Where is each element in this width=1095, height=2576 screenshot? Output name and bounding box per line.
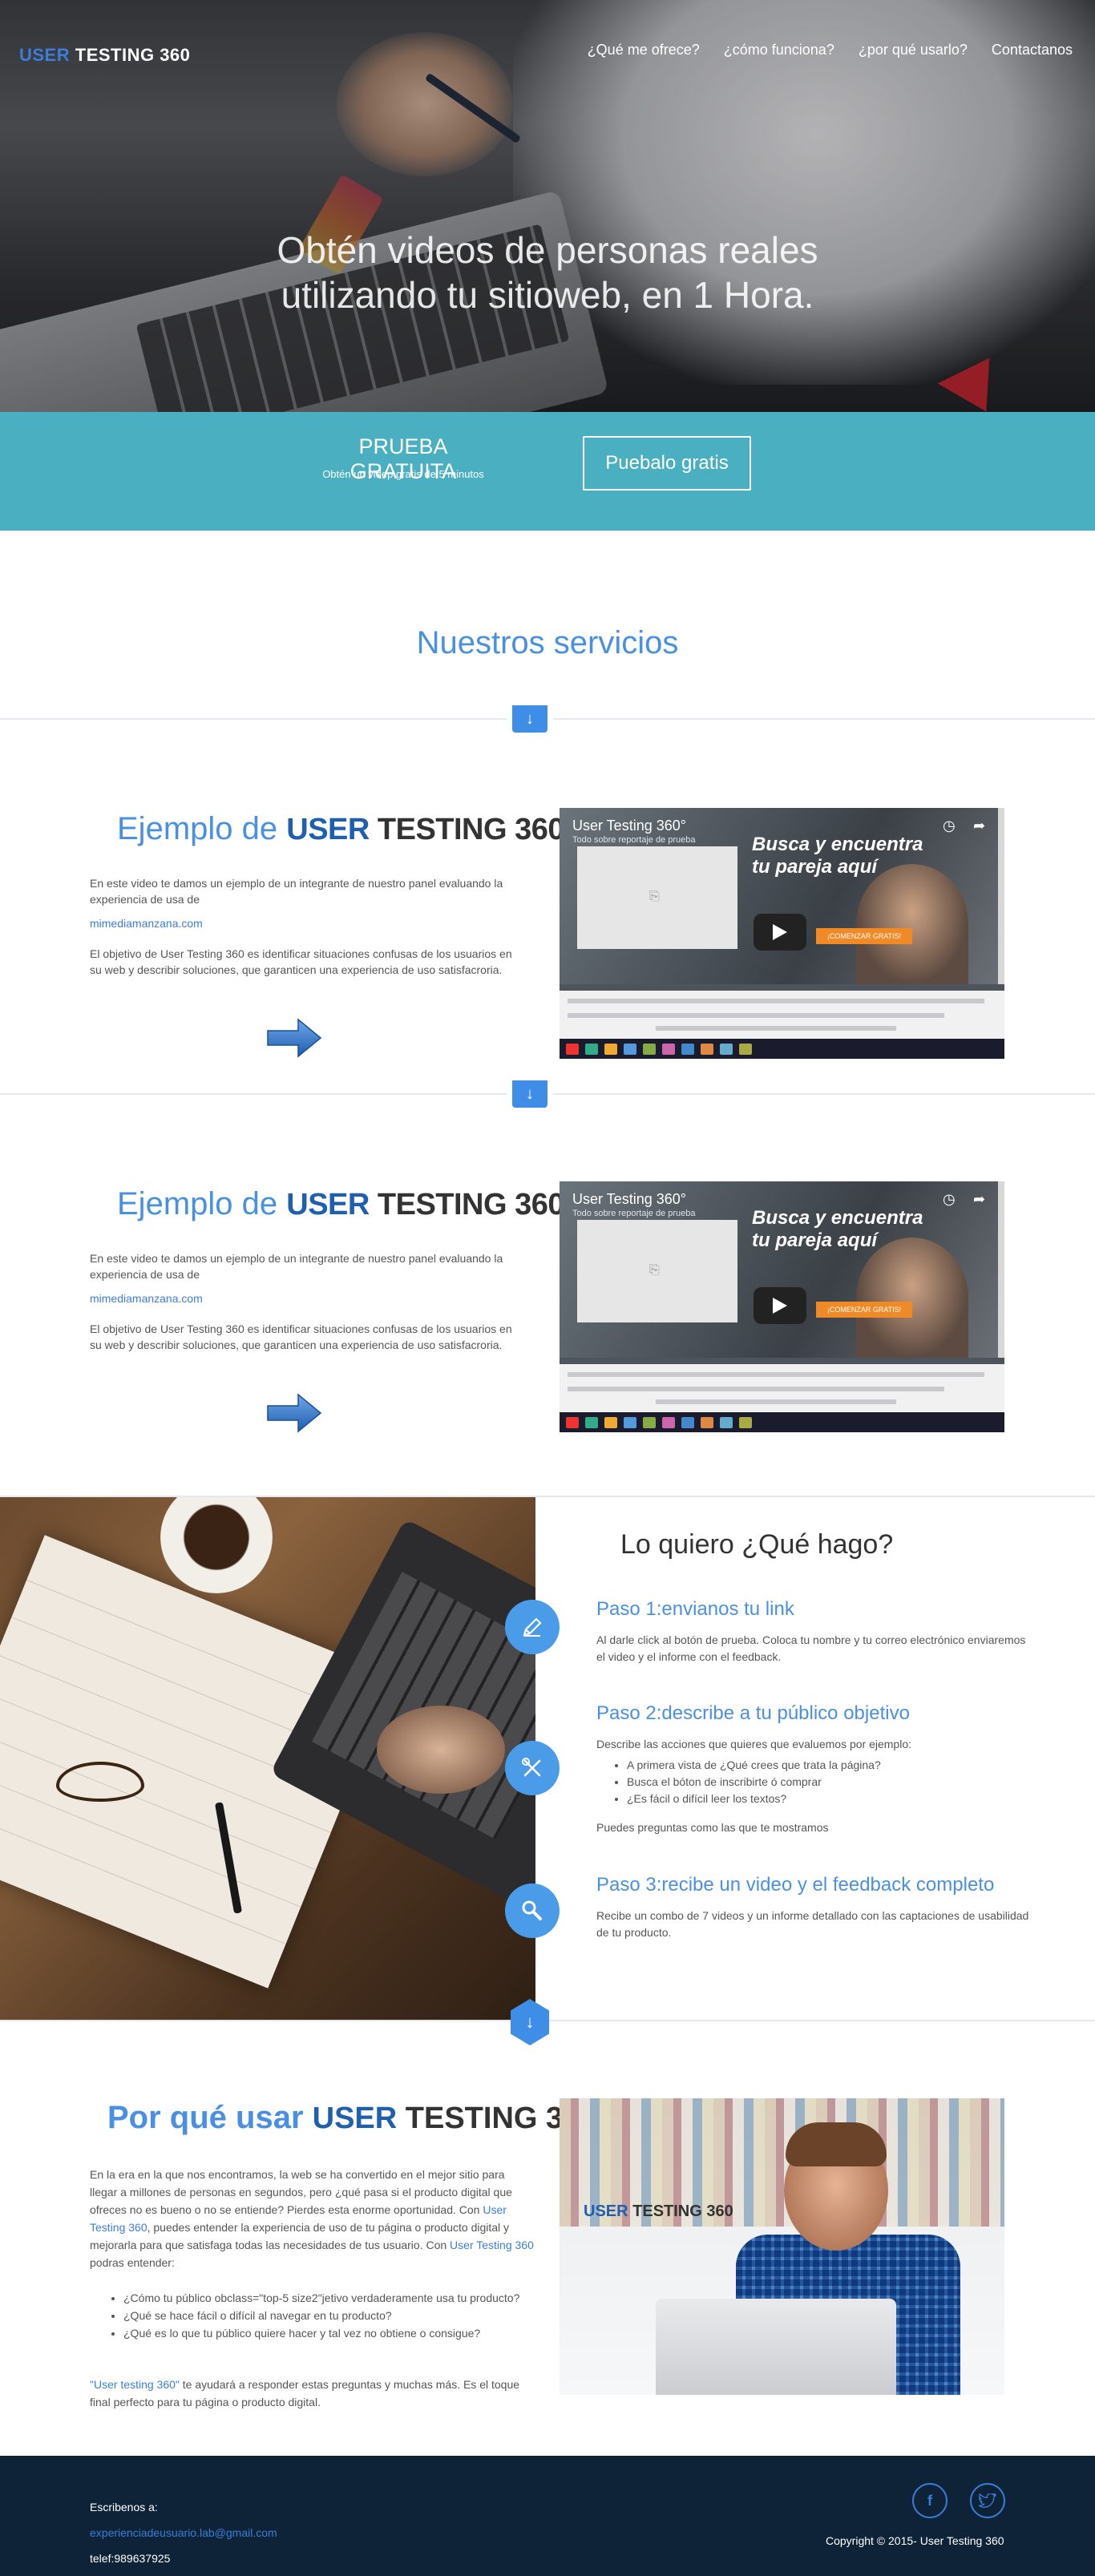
main-nav: ¿Qué me ofrece? ¿cómo funciona? ¿por qué… xyxy=(588,42,1073,59)
trial-subtitle: Obtén un videp gratis de 5 minutos xyxy=(322,468,484,480)
facebook-icon[interactable]: f xyxy=(912,2483,948,2518)
video-title: User Testing 360° xyxy=(572,1191,686,1207)
video-headline: Busca y encuentra tu pareja aquí xyxy=(752,1207,923,1251)
why-conclusion: "User testing 360" te ayudará a responde… xyxy=(90,2378,520,2408)
try-free-button[interactable]: Puebalo gratis xyxy=(583,436,751,491)
list-item: ¿Qué se hace fácil o difícil al navegar … xyxy=(123,2307,540,2324)
search-icon xyxy=(505,1884,560,1938)
arrow-right-icon xyxy=(267,1393,322,1433)
services-title: Nuestros servicios xyxy=(416,625,679,660)
clock-icon[interactable]: ◷ xyxy=(943,818,956,834)
video-player[interactable]: ⎘ User Testing 360° Todo sobre reportaje… xyxy=(560,808,1004,1059)
why-list: ¿Cómo tu público obclass="top-5 size2"je… xyxy=(123,2289,540,2342)
scroll-down-badge[interactable]: ↓ xyxy=(507,705,553,747)
broken-image-icon: ⎘ xyxy=(649,890,660,903)
share-icon[interactable]: ➦ xyxy=(973,818,985,834)
step2-intro: Describe las acciones que quieres que ev… xyxy=(596,1738,911,1750)
broken-image-icon: ⎘ xyxy=(649,1263,660,1277)
why-paragraph: En la era en la que nos encontramos, la … xyxy=(90,2168,534,2269)
happy-user-photo: USER TESTING 360 xyxy=(560,2098,1004,2395)
copyright: Copyright © 2015- User Testing 360 xyxy=(826,2534,1004,2547)
arrow-right-icon xyxy=(267,1018,322,1058)
hero-section: USER TESTING 360 ¿Qué me ofrece? ¿cómo f… xyxy=(0,0,1095,412)
example-text: En este video te damos un ejemplo de un … xyxy=(90,1252,503,1281)
step2-title: Paso 2:describe a tu público objetivo xyxy=(596,1702,910,1724)
hero-headline: Obtén videos de personas reales utilizand… xyxy=(277,229,818,316)
example-title: Ejemplo de USER TESTING 360 xyxy=(117,1186,565,1221)
nav-item-contact[interactable]: Contactanos xyxy=(992,42,1073,59)
list-item: ¿Qué es lo que tu público quiere hacer y… xyxy=(123,2324,540,2342)
phone: telef:989637925 xyxy=(90,2552,171,2565)
nav-item-why[interactable]: ¿por qué usarlo? xyxy=(859,42,968,59)
step2-list: A primera vista de ¿Qué crees que trata … xyxy=(627,1757,1028,1807)
video-player[interactable]: ⎘ User Testing 360° Todo sobre reportaje… xyxy=(560,1181,1004,1432)
example-objective: El objetivo de User Testing 360 es ident… xyxy=(90,1322,512,1351)
tools-icon xyxy=(505,1741,560,1795)
site-logo[interactable]: USER TESTING 360 xyxy=(19,45,190,66)
list-item: A primera vista de ¿Qué crees que trata … xyxy=(627,1757,1028,1774)
share-icon[interactable]: ➦ xyxy=(973,1191,985,1208)
contact-email[interactable]: experienciadeusuario.lab@gmail.com xyxy=(90,2526,277,2539)
brand-link[interactable]: User Testing 360 xyxy=(450,2239,534,2251)
desk-photo xyxy=(0,1497,535,2020)
arrow-down-icon: ↓ xyxy=(511,1999,549,2045)
example-text: En este video te damos un ejemplo de un … xyxy=(90,877,503,906)
play-button[interactable] xyxy=(754,914,806,951)
arrow-down-icon: ↓ xyxy=(512,1080,548,1108)
example-objective: El objetivo de User Testing 360 es ident… xyxy=(90,947,512,976)
example-link[interactable]: mimediamanzana.com xyxy=(90,917,203,930)
list-item: ¿Cómo tu público obclass="top-5 size2"je… xyxy=(123,2289,540,2307)
footer: Escribenos a: experienciadeusuario.lab@g… xyxy=(0,2456,1095,2576)
list-item: ¿Es fácil o difícil leer los textos? xyxy=(627,1791,1028,1807)
video-subtitle: Todo sobre reportaje de prueba xyxy=(572,835,696,845)
scroll-down-badge[interactable]: ↓ xyxy=(507,1080,553,1122)
image-logo: USER TESTING 360 xyxy=(584,2203,733,2220)
video-title: User Testing 360° xyxy=(572,818,686,834)
video-cta: ¡COMENZAR GRATIS! xyxy=(816,1302,912,1318)
arrow-down-icon: ↓ xyxy=(512,705,548,733)
twitter-icon[interactable] xyxy=(970,2483,1005,2518)
step3-title: Paso 3:recibe un video y el feedback com… xyxy=(596,1874,995,1896)
write-us-label: Escribenos a: xyxy=(90,2501,158,2513)
steps-title: Lo quiero ¿Qué hago? xyxy=(620,1529,894,1560)
video-headline: Busca y encuentra tu pareja aquí xyxy=(752,834,923,878)
why-title: Por qué usar USER TESTING 360 xyxy=(107,2100,597,2135)
nav-item-how[interactable]: ¿cómo funciona? xyxy=(724,42,834,59)
step2-outro: Puedes preguntas como las que te mostram… xyxy=(596,1821,829,1834)
trial-band: PRUEBA GRATUITA Obtén un videp gratis de… xyxy=(0,412,1095,531)
brand-link[interactable]: "User testing 360" xyxy=(90,2378,180,2391)
nav-item-offer[interactable]: ¿Qué me ofrece? xyxy=(588,42,700,59)
step1-title: Paso 1:envianos tu link xyxy=(596,1598,794,1620)
example-link[interactable]: mimediamanzana.com xyxy=(90,1292,203,1305)
scroll-down-badge[interactable]: ↓ xyxy=(507,1999,553,2045)
list-item: Busca el bóton de inscribirte ó comprar xyxy=(627,1774,1028,1791)
video-subtitle: Todo sobre reportaje de prueba xyxy=(572,1209,696,1218)
step3-text: Recibe un combo de 7 videos y un informe… xyxy=(596,1909,1029,1939)
pencil-icon xyxy=(505,1600,560,1654)
step1-text: Al darle click al botón de prueba. Coloc… xyxy=(596,1633,1026,1663)
video-cta: ¡COMENZAR GRATIS! xyxy=(816,928,912,944)
clock-icon[interactable]: ◷ xyxy=(943,1191,956,1208)
example-title: Ejemplo de USER TESTING 360 xyxy=(117,811,565,846)
play-button[interactable] xyxy=(754,1287,806,1324)
